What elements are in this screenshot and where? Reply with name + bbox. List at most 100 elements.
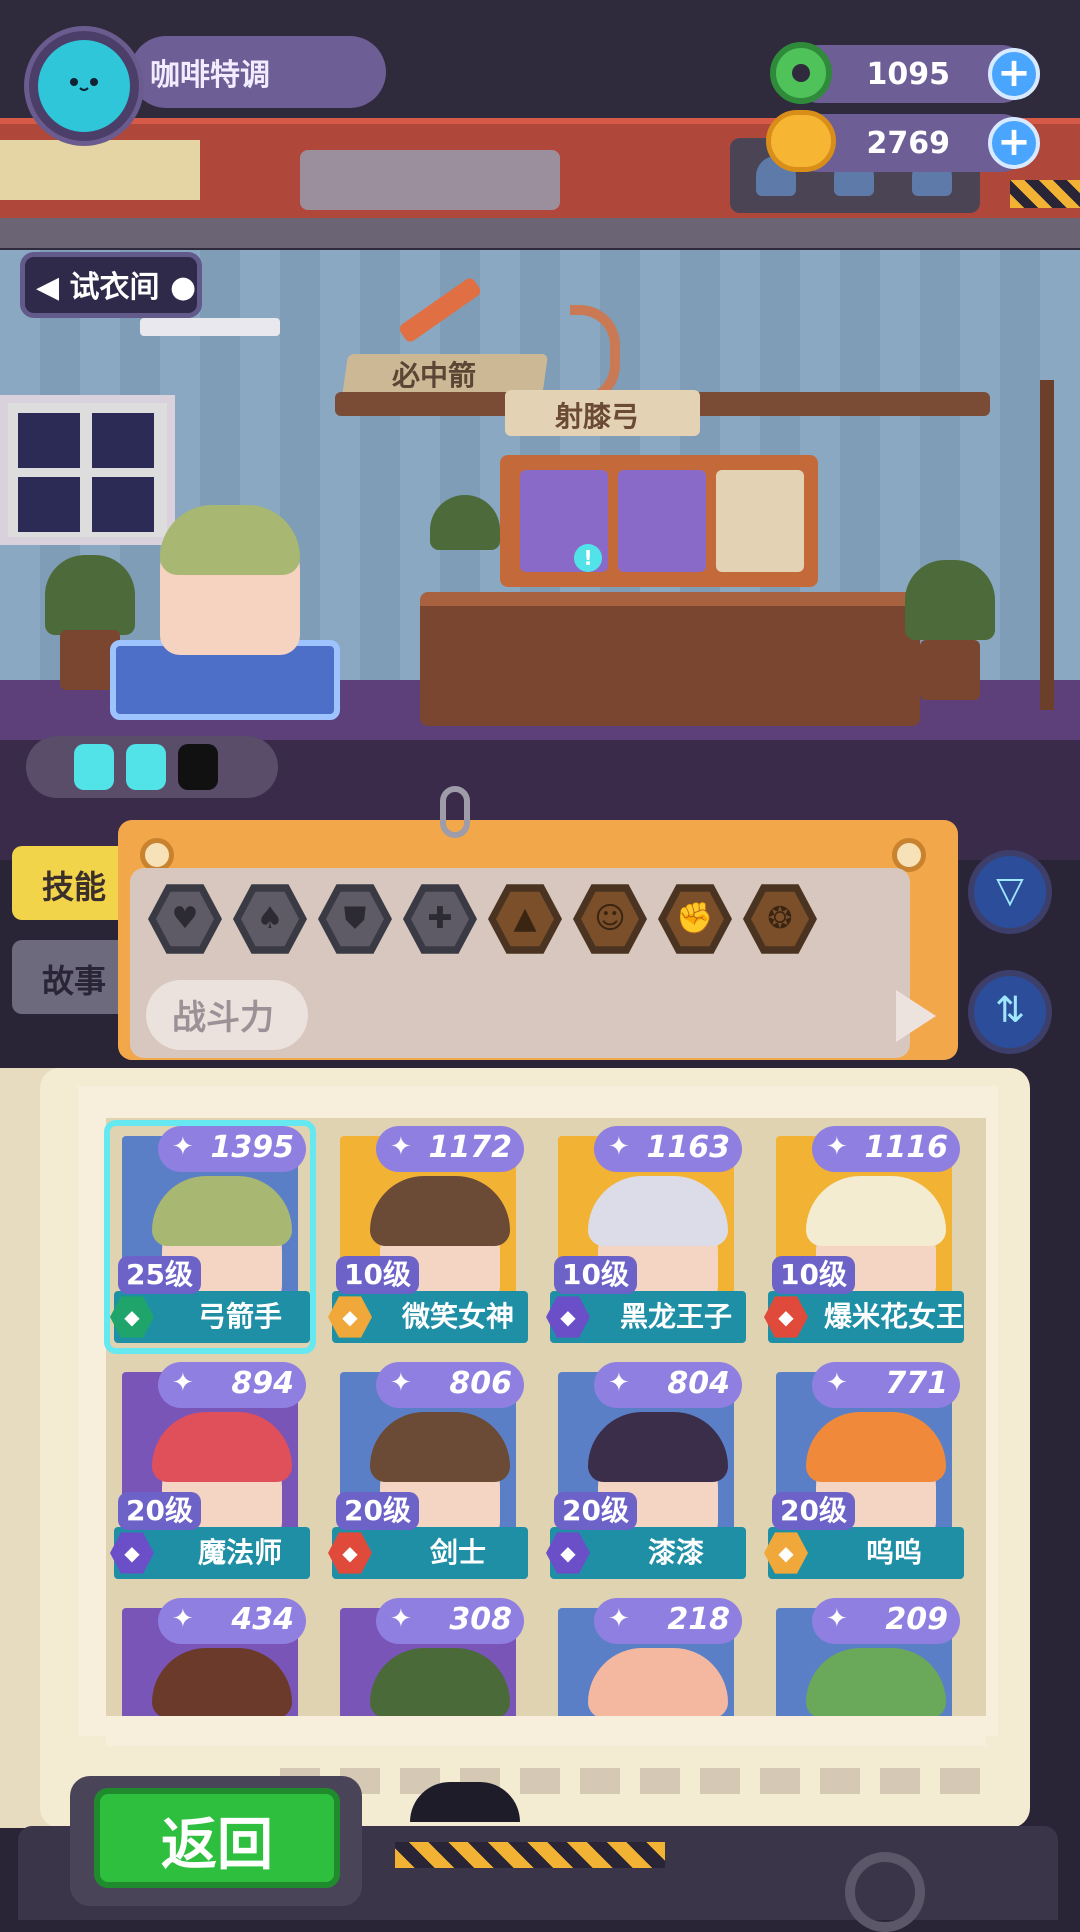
power-icon: ✦ xyxy=(826,1604,848,1634)
planet-coin-icon xyxy=(766,110,836,172)
character-card[interactable]: ✦ 894 ◆ 魔法师 20级 xyxy=(110,1362,310,1584)
player-name: 咖啡特调 xyxy=(150,58,270,93)
tab-story[interactable]: 故事 xyxy=(12,940,132,1014)
character-hair xyxy=(806,1648,946,1718)
window-pane xyxy=(18,477,80,532)
power-icon: ✦ xyxy=(608,1132,630,1162)
character-name-bar: ◆ 剑士 xyxy=(328,1527,528,1579)
class-glyph: ◆ xyxy=(560,1541,576,1565)
room-window xyxy=(0,395,175,545)
fitting-room-label: ◀ 试衣间 ● xyxy=(36,262,196,306)
class-badge-icon: ◆ xyxy=(110,1532,154,1574)
power-icon: ✦ xyxy=(608,1604,630,1634)
character-card[interactable]: ✦ 1163 ◆ 黑龙王子 10级 xyxy=(546,1126,746,1348)
grid-fade xyxy=(106,1716,986,1746)
character-card[interactable]: ✦ 308 xyxy=(328,1598,528,1733)
character-card[interactable]: ✦ 1116 ◆ 爆米花女王 10级 xyxy=(764,1126,964,1348)
power-value: 1163 xyxy=(646,1130,731,1165)
energy-pip-full-icon xyxy=(126,744,166,790)
class-glyph: ◆ xyxy=(342,1305,358,1329)
paper-clip-icon xyxy=(440,786,470,838)
class-glyph: ◆ xyxy=(778,1541,794,1565)
character-name-bar: ◆ 弓箭手 xyxy=(110,1291,310,1343)
power-value: 308 xyxy=(449,1602,512,1637)
character-card[interactable]: ✦ 1395 ◆ 弓箭手 25级 xyxy=(110,1126,310,1348)
shelf-base xyxy=(0,218,1080,248)
panel-bolt xyxy=(892,838,926,872)
character-name-bar: ◆ 漆漆 xyxy=(546,1527,746,1579)
costume-slot-locked[interactable] xyxy=(618,470,706,572)
costume-slot[interactable] xyxy=(716,470,804,572)
character-hair xyxy=(152,1412,292,1482)
back-arrow-icon: ◀ xyxy=(36,270,70,305)
info-icon[interactable]: ! xyxy=(574,544,602,572)
character-hair xyxy=(370,1648,510,1718)
potted-plant xyxy=(45,555,135,635)
character-card[interactable]: ✦ 218 xyxy=(546,1598,746,1733)
power-icon: ✦ xyxy=(826,1368,848,1398)
sort-order-button[interactable]: ⇅ xyxy=(968,970,1052,1054)
coat-rack xyxy=(1040,380,1054,710)
power-icon: ✦ xyxy=(390,1604,412,1634)
power-badge: ✦ 1395 xyxy=(158,1126,306,1172)
dresser xyxy=(420,592,920,726)
power-icon: ✦ xyxy=(172,1368,194,1398)
character-level: 25级 xyxy=(118,1256,201,1294)
add-gems-button[interactable]: + xyxy=(988,48,1040,100)
character-hair xyxy=(370,1176,510,1246)
character-level: 20级 xyxy=(336,1492,419,1530)
character-level: 20级 xyxy=(772,1492,855,1530)
filter-button[interactable]: ▽ xyxy=(968,850,1052,934)
class-glyph: ◆ xyxy=(560,1305,576,1329)
hazard-stripe xyxy=(395,1842,665,1868)
character-level: 20级 xyxy=(118,1492,201,1530)
power-icon: ✦ xyxy=(172,1132,194,1162)
power-badge: ✦ 1172 xyxy=(376,1126,524,1172)
power-value: 1172 xyxy=(428,1130,513,1165)
filter-icon: ▽ xyxy=(996,870,1024,911)
character-name-bar: ◆ 呜呜 xyxy=(764,1527,964,1579)
tab-skills-label: 技能 xyxy=(42,868,107,906)
character-card[interactable]: ✦ 1172 ◆ 微笑女神 10级 xyxy=(328,1126,528,1348)
character-hair xyxy=(152,1648,292,1718)
power-badge: ✦ 894 xyxy=(158,1362,306,1408)
character-name: 弓箭手 xyxy=(197,1300,282,1333)
power-value: 806 xyxy=(449,1366,512,1401)
character-card[interactable]: ✦ 434 xyxy=(110,1598,310,1733)
class-glyph: ◆ xyxy=(124,1305,140,1329)
class-badge-icon: ◆ xyxy=(764,1296,808,1338)
window-pane xyxy=(92,477,154,532)
character-name: 呜呜 xyxy=(865,1536,922,1569)
character-name-bar: ◆ 爆米花女王 xyxy=(764,1291,964,1343)
energy-pip-full-icon xyxy=(74,744,114,790)
character-name: 爆米花女王 xyxy=(824,1300,964,1333)
scroll-right-arrow-icon[interactable] xyxy=(896,990,936,1042)
character-hair xyxy=(588,1648,728,1718)
character-card[interactable]: ✦ 806 ◆ 剑士 20级 xyxy=(328,1362,528,1584)
tab-story-label: 故事 xyxy=(42,962,107,1000)
power-badge: ✦ 771 xyxy=(812,1362,960,1408)
power-value: 771 xyxy=(885,1366,948,1401)
power-value: 894 xyxy=(231,1366,294,1401)
class-badge-icon: ◆ xyxy=(328,1532,372,1574)
character-card[interactable]: ✦ 804 ◆ 漆漆 20级 xyxy=(546,1362,746,1584)
add-coins-button[interactable]: + xyxy=(988,117,1040,169)
character-hair xyxy=(370,1412,510,1482)
power-badge: ✦ 1116 xyxy=(812,1126,960,1172)
window-pane xyxy=(18,413,80,468)
energy-pip-empty-icon xyxy=(178,744,218,790)
power-badge: ✦ 804 xyxy=(594,1362,742,1408)
power-icon: ✦ xyxy=(390,1368,412,1398)
selected-character-hair xyxy=(160,505,300,575)
character-hair xyxy=(588,1176,728,1246)
ceiling-lamp xyxy=(140,318,280,336)
power-icon: ✦ xyxy=(390,1132,412,1162)
tab-skills[interactable]: 技能 xyxy=(12,846,132,920)
class-glyph: ◆ xyxy=(124,1541,140,1565)
power-badge: ✦ 806 xyxy=(376,1362,524,1408)
power-value: 209 xyxy=(885,1602,948,1637)
character-card[interactable]: ✦ 209 xyxy=(764,1598,964,1733)
class-badge-icon: ◆ xyxy=(546,1296,590,1338)
plant-pot xyxy=(920,640,980,700)
character-card[interactable]: ✦ 771 ◆ 呜呜 20级 xyxy=(764,1362,964,1584)
